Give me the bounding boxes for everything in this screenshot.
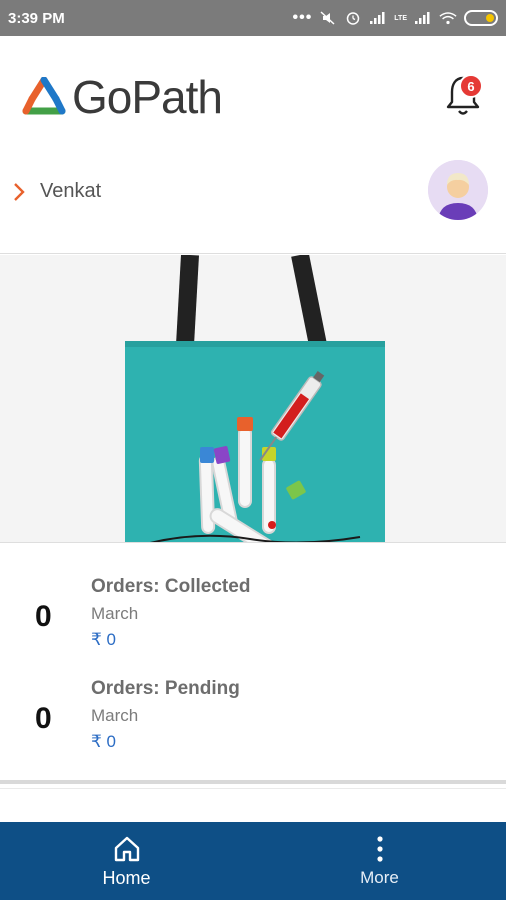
orders-collected-count: 0 [35, 600, 52, 633]
orders-pending-item[interactable]: 0 Orders: Pending March ₹ 0 [0, 678, 506, 768]
user-row[interactable]: Venkat [0, 154, 506, 254]
status-time: 3:39 PM [8, 9, 65, 27]
blood-sample-tote-bag-image [0, 255, 506, 542]
mute-icon [320, 11, 335, 25]
lte-indicator: LTE [394, 14, 407, 22]
nav-more-label: More [360, 868, 399, 887]
chevron-right-icon[interactable] [12, 182, 26, 202]
banner-image [0, 255, 506, 543]
bottom-navigation: Home More [0, 822, 506, 900]
signal-icon [370, 12, 385, 24]
app-screen: 3:39 PM ••• LTE GoPath 6 Venkat 0 Orders… [0, 0, 506, 900]
wifi-icon [439, 12, 457, 25]
signal-icon-2 [415, 12, 430, 24]
nav-home[interactable]: Home [0, 822, 253, 900]
orders-collected-item[interactable]: 0 Orders: Collected March ₹ 0 [0, 576, 506, 666]
app-header: GoPath [0, 36, 506, 154]
status-bar: 3:39 PM ••• LTE [0, 0, 506, 36]
nav-more[interactable]: More [253, 822, 506, 900]
orders-summary-card: 0 Orders: Collected March ₹ 0 0 Orders: … [0, 544, 506, 784]
battery-icon [464, 10, 498, 26]
home-icon [112, 834, 142, 864]
notification-count-badge[interactable]: 6 [459, 74, 483, 98]
orders-pending-amount: ₹ 0 [91, 732, 116, 751]
user-name[interactable]: Venkat [40, 180, 101, 203]
more-notifications-icon: ••• [292, 9, 313, 26]
orders-collected-label: Orders: Collected [91, 576, 251, 597]
content-spacer [0, 788, 506, 822]
user-avatar-icon[interactable] [428, 160, 488, 220]
gopath-logo-icon [22, 77, 66, 115]
orders-pending-month: March [91, 706, 139, 725]
brand-name: GoPath [72, 71, 223, 123]
orders-pending-label: Orders: Pending [91, 678, 240, 699]
nav-home-label: Home [102, 867, 151, 888]
orders-collected-month: March [91, 604, 139, 623]
status-icons: ••• LTE [292, 10, 498, 26]
orders-pending-count: 0 [35, 702, 52, 735]
orders-collected-amount: ₹ 0 [91, 630, 116, 649]
alarm-icon [347, 12, 360, 25]
gopath-logo: GoPath [22, 70, 223, 124]
more-vertical-icon [365, 834, 395, 864]
